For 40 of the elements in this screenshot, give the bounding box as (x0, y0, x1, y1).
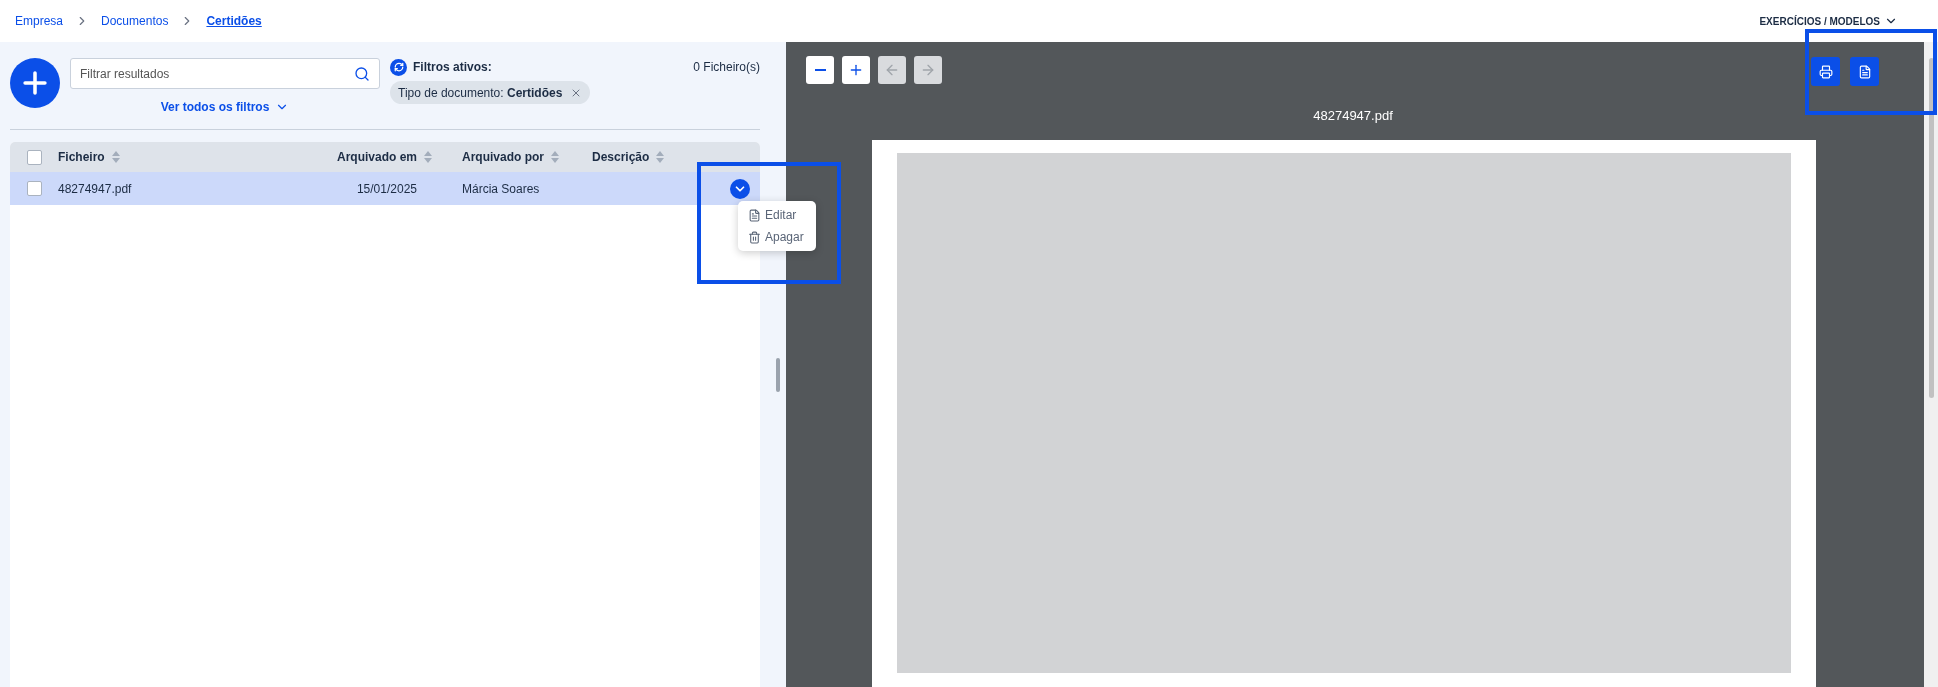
menu-item[interactable]: Editar (738, 206, 816, 224)
search-field[interactable]: Filtrar resultados (70, 58, 380, 89)
minus-icon (814, 69, 826, 71)
search-icon[interactable] (354, 65, 370, 82)
print-button[interactable] (1811, 57, 1840, 86)
document-title: 48274947.pdf (1313, 107, 1393, 125)
checkbox[interactable] (26, 149, 42, 165)
filters-link[interactable]: Ver todos os filtros (160, 98, 290, 116)
menu-dropdown[interactable]: EXERCÍCIOS / MODELOS (1759, 13, 1898, 29)
table-row[interactable]: 48274947.pdf 15/01/2025 Márcia Soares (10, 172, 760, 205)
resize-handle[interactable] (776, 357, 780, 392)
trash-icon (748, 230, 761, 244)
breadcrumb-link[interactable]: Certidões (206, 12, 262, 30)
column-header[interactable]: Arquivado em (337, 148, 417, 166)
document-icon (748, 208, 761, 222)
printer-icon (1818, 64, 1833, 79)
refresh-icon[interactable] (390, 58, 407, 76)
document-icon (1857, 64, 1872, 79)
table-cell-text: 15/01/2025 (356, 180, 417, 198)
column-header[interactable]: Ficheiro (58, 148, 105, 166)
plus-icon (848, 62, 864, 78)
zoom-in-button[interactable] (842, 56, 870, 84)
checkbox[interactable] (26, 181, 42, 196)
file-count: 0 Ficheiro(s) (693, 59, 760, 76)
breadcrumb-link[interactable]: Empresa (15, 12, 64, 30)
filter-chip[interactable]: Tipo de documento: Certidões (390, 81, 591, 104)
zoom-out-button[interactable] (806, 56, 834, 84)
column-header[interactable]: Arquivado por (462, 148, 544, 166)
pdf-button[interactable] (1850, 57, 1879, 86)
filters-title: Filtros ativos: (413, 59, 492, 76)
table-cell-text: 48274947.pdf (58, 180, 133, 198)
column-header[interactable]: Descrição (592, 148, 650, 166)
row-menu-button[interactable] (730, 178, 750, 199)
search-input[interactable]: Filtrar resultados (80, 64, 354, 83)
add-button[interactable] (10, 58, 60, 108)
chip-label: Tipo de documento: Certidões (398, 84, 563, 102)
menu-item[interactable]: Apagar (738, 228, 816, 246)
scrollbar[interactable] (1924, 42, 1938, 687)
table-cell-text: Márcia Soares (461, 180, 541, 198)
breadcrumb-link[interactable]: Documentos (101, 12, 169, 30)
